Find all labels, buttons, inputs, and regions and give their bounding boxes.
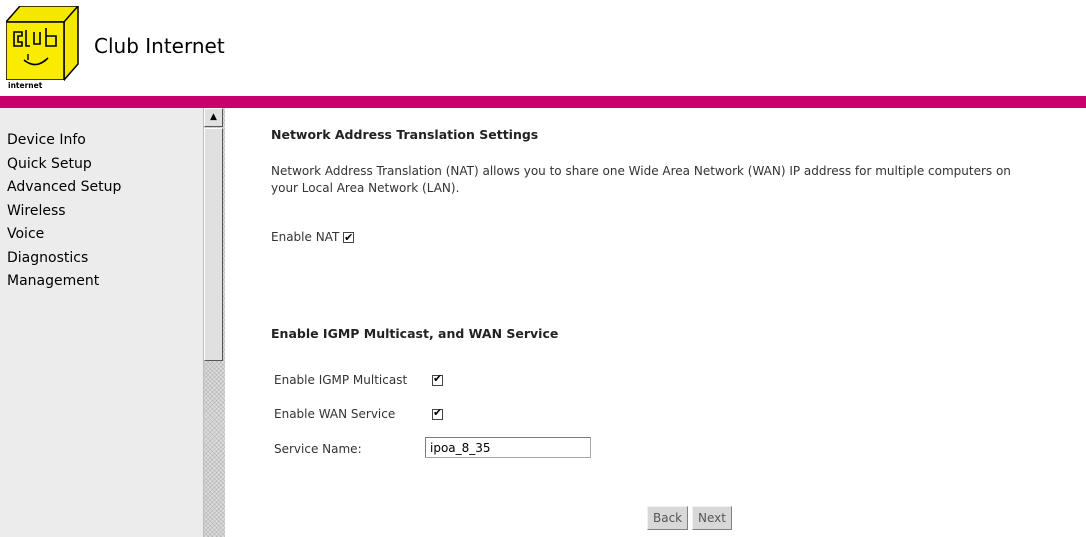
- sidebar-item-voice[interactable]: Voice: [7, 223, 121, 247]
- sidebar: Device Info Quick Setup Advanced Setup W…: [0, 108, 203, 537]
- igmp-multicast-label: Enable IGMP Multicast: [274, 373, 408, 387]
- accent-bar: [0, 96, 1086, 108]
- scroll-up-arrow-icon[interactable]: ▲: [204, 108, 223, 127]
- wan-service-label: Enable WAN Service: [274, 407, 396, 421]
- sidebar-item-management[interactable]: Management: [7, 270, 121, 294]
- sidebar-item-advanced-setup[interactable]: Advanced Setup: [7, 176, 121, 200]
- club-internet-logo: internet: [5, 5, 84, 90]
- sidebar-item-quick-setup[interactable]: Quick Setup: [7, 153, 121, 177]
- wan-service-checkbox[interactable]: [432, 406, 443, 420]
- logo-text: internet: [8, 81, 43, 90]
- nat-description-line1: Network Address Translation (NAT) allows…: [271, 164, 1011, 178]
- next-button[interactable]: Next: [692, 506, 732, 530]
- igmp-multicast-checkbox[interactable]: [432, 372, 443, 386]
- enable-nat-row: Enable NAT: [271, 229, 355, 246]
- enable-nat-checkbox[interactable]: [343, 229, 355, 246]
- sidebar-scrollbar[interactable]: ▲: [203, 108, 225, 537]
- sidebar-item-wireless[interactable]: Wireless: [7, 200, 121, 224]
- nat-description-line2: your Local Area Network (LAN).: [271, 181, 460, 195]
- back-button[interactable]: Back: [647, 506, 689, 530]
- scrollbar-thumb[interactable]: [204, 128, 223, 361]
- brand-name: Club Internet: [94, 34, 225, 58]
- sidebar-item-device-info[interactable]: Device Info: [7, 129, 121, 153]
- service-name-input[interactable]: [425, 437, 591, 458]
- nat-section-title: Network Address Translation Settings: [271, 127, 539, 142]
- sidebar-menu: Device Info Quick Setup Advanced Setup W…: [7, 129, 121, 294]
- igmp-section-title: Enable IGMP Multicast, and WAN Service: [271, 326, 559, 341]
- enable-nat-label: Enable NAT: [271, 230, 340, 244]
- service-name-label: Service Name:: [274, 442, 362, 456]
- sidebar-item-diagnostics[interactable]: Diagnostics: [7, 247, 121, 271]
- header: internet Club Internet: [0, 0, 1086, 96]
